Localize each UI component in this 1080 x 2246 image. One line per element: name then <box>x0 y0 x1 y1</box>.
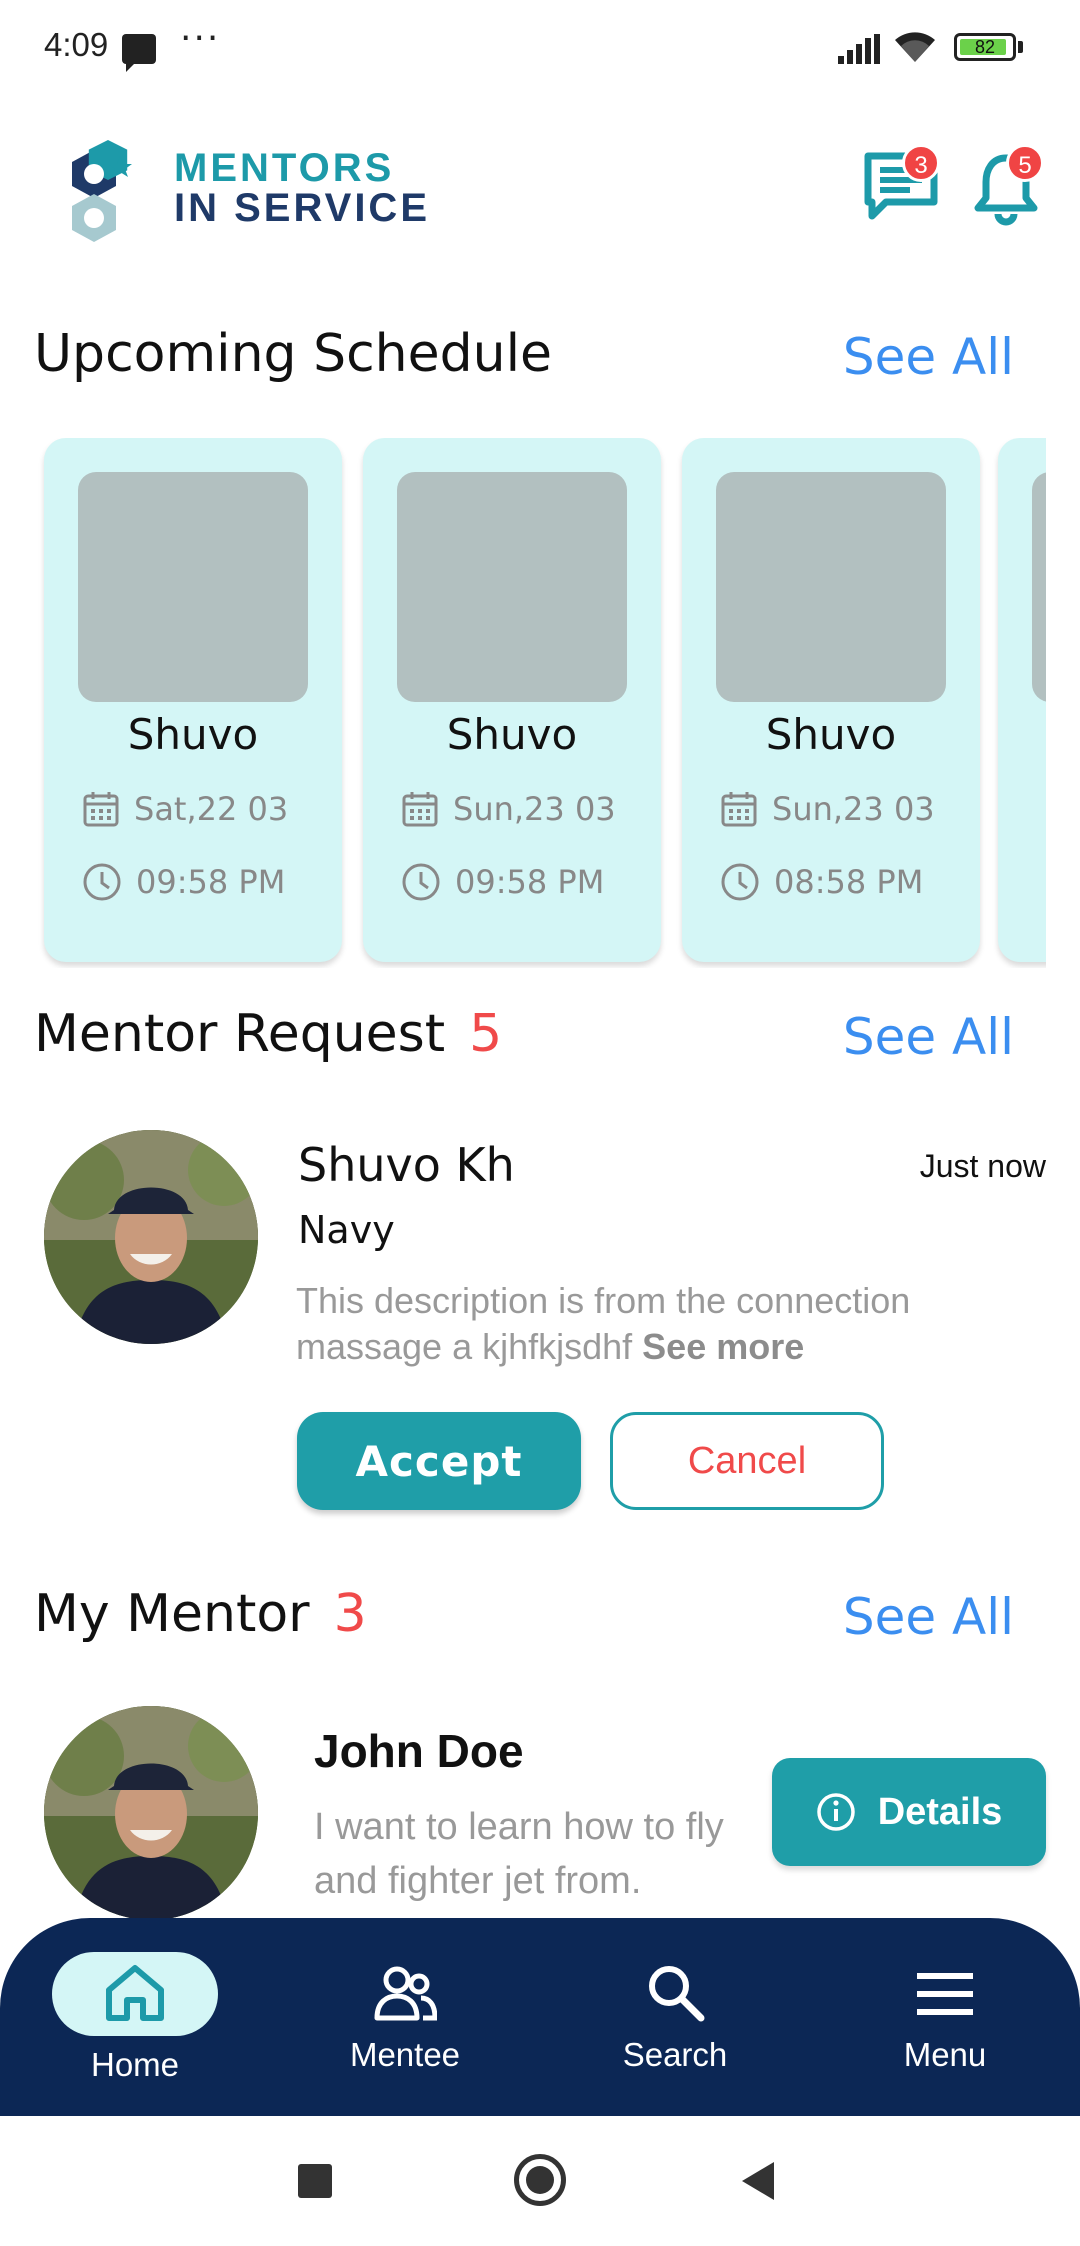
request-description: This description is from the connection … <box>296 1278 1016 1370</box>
schedule-photo-placeholder <box>78 472 308 702</box>
system-navigation-bar <box>0 2116 1080 2246</box>
my-mentor-label: My Mentor <box>34 1584 310 1644</box>
schedule-mentor-name: Shuvo <box>765 710 897 759</box>
calendar-icon <box>402 792 438 827</box>
schedule-card[interactable]: Shuvo Sun,23 03 09:58 PM <box>363 438 661 962</box>
mentee-icon <box>374 1966 437 2021</box>
details-label: Details <box>877 1790 1003 1833</box>
cancel-button[interactable]: Cancel <box>610 1412 884 1510</box>
schedule-mentor-name: Shuvo <box>446 710 578 759</box>
schedule-card-partial[interactable] <box>998 438 1046 962</box>
nav-item-search[interactable]: Search <box>540 1918 810 2116</box>
schedule-date: Sat,22 03 <box>134 790 289 828</box>
request-timestamp: Just now <box>919 1148 1046 1184</box>
nav-item-menu[interactable]: Menu <box>810 1918 1080 2116</box>
my-mentor-title: My Mentor 3 <box>34 1584 367 1644</box>
mentor-request-label: Mentor Request <box>34 1004 446 1064</box>
calendar-icon <box>721 792 757 827</box>
person-photo <box>44 1706 258 1920</box>
schedule-photo-placeholder <box>716 472 946 702</box>
notifications-button[interactable]: 5 <box>974 144 1044 230</box>
system-home-button[interactable] <box>514 2154 566 2206</box>
home-icon <box>106 1965 164 2021</box>
search-icon <box>649 1966 705 2022</box>
mentor-description: I want to learn how to fly and fighter j… <box>314 1806 724 1902</box>
request-avatar[interactable] <box>44 1130 258 1344</box>
schedule-date: Sun,23 03 <box>772 790 935 828</box>
bottom-navigation: Home Mentee Search Menu <box>0 1918 1080 2116</box>
schedule-card[interactable]: Shuvo Sat,22 03 09:58 PM <box>44 438 342 962</box>
schedule-date-row: Sun,23 03 <box>401 790 616 828</box>
schedule-photo-placeholder <box>1032 472 1046 702</box>
app-logo: MENTORS IN SERVICE <box>44 140 444 250</box>
nav-label-search: Search <box>622 2036 728 2073</box>
details-button[interactable]: Details <box>772 1758 1046 1866</box>
schedule-photo-placeholder <box>397 472 627 702</box>
schedule-date-row: Sat,22 03 <box>82 790 288 828</box>
schedule-time-row: 08:58 PM <box>720 862 923 902</box>
battery-tip <box>1018 41 1023 53</box>
schedule-card[interactable]: Shuvo Sun,23 03 08:58 PM <box>682 438 980 962</box>
notifications-badge: 5 <box>1006 144 1044 182</box>
sms-notification-icon <box>122 34 156 72</box>
system-back-button[interactable] <box>742 2162 774 2200</box>
schedule-time-row: 09:58 PM <box>401 862 604 902</box>
nav-item-mentee[interactable]: Mentee <box>270 1918 540 2116</box>
nav-label-mentee: Mentee <box>349 2036 461 2073</box>
schedule-time: 09:58 PM <box>136 863 286 901</box>
upcoming-schedule-title: Upcoming Schedule <box>34 324 553 384</box>
see-more-link[interactable]: See more <box>642 1326 804 1367</box>
person-photo <box>44 1130 258 1344</box>
schedule-time-row: 09:58 PM <box>82 862 285 902</box>
request-description-text: This description is from the connection … <box>296 1280 911 1367</box>
status-bar: 4:09 ··· 82 <box>0 0 1080 95</box>
info-icon <box>816 1793 855 1831</box>
signal-icon <box>838 34 880 64</box>
status-time: 4:09 <box>44 26 109 63</box>
logo-wordmark: MENTORS IN SERVICE <box>174 146 430 230</box>
messages-button[interactable]: 3 <box>864 144 940 226</box>
wifi-icon <box>895 32 935 62</box>
schedule-time: 09:58 PM <box>455 863 605 901</box>
schedule-date-row: Sun,23 03 <box>720 790 935 828</box>
schedule-time: 08:58 PM <box>774 863 924 901</box>
my-mentor-see-all-link[interactable]: See All <box>843 1588 1014 1646</box>
mentor-name: John Doe <box>314 1725 524 1777</box>
calendar-icon <box>83 792 119 827</box>
schedule-mentor-name: Shuvo <box>127 710 259 759</box>
menu-icon <box>917 1973 973 2015</box>
nav-item-home[interactable]: Home <box>0 1918 270 2116</box>
nav-label-home: Home <box>90 2046 180 2083</box>
clock-icon <box>402 863 440 901</box>
clock-icon <box>721 863 759 901</box>
recents-button[interactable] <box>298 2164 332 2198</box>
messages-badge: 3 <box>902 144 940 182</box>
logo-mark-icon <box>72 140 132 242</box>
upcoming-see-all-link[interactable]: See All <box>843 328 1014 386</box>
my-mentor-count: 3 <box>333 1584 367 1644</box>
mentor-avatar[interactable] <box>44 1706 258 1920</box>
nav-label-menu: Menu <box>903 2036 987 2073</box>
schedule-carousel[interactable]: Shuvo Sat,22 03 09:58 PM Shuvo Sun,23 03… <box>34 438 1046 968</box>
clock-icon <box>83 863 121 901</box>
accept-button[interactable]: Accept <box>297 1412 581 1510</box>
request-mentor-name: Shuvo Kh <box>298 1138 515 1192</box>
schedule-date: Sun,23 03 <box>453 790 616 828</box>
battery-indicator: 82 <box>954 33 1016 61</box>
mentor-request-see-all-link[interactable]: See All <box>843 1008 1014 1066</box>
mentor-request-count: 5 <box>469 1004 503 1064</box>
mentor-request-title: Mentor Request 5 <box>34 1004 502 1064</box>
more-notifications-icon: ··· <box>180 18 221 59</box>
request-branch: Navy <box>298 1208 395 1252</box>
